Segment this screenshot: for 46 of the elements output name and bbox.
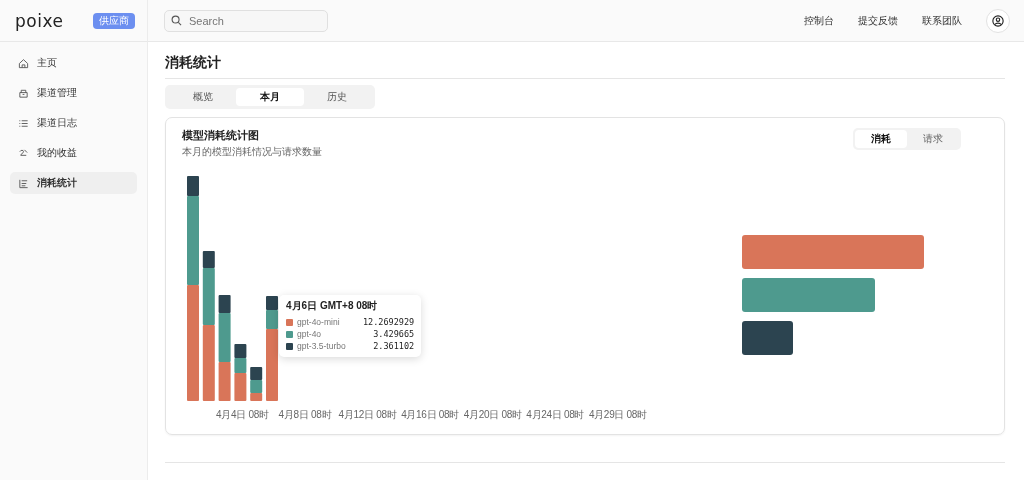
series-value: 12.2692929 (363, 317, 415, 327)
account-button[interactable] (986, 8, 1010, 33)
sidebar-item[interactable]: 消耗统计 (10, 172, 137, 194)
series-name: gpt-3.5-turbo (297, 341, 347, 351)
bar (742, 321, 793, 355)
logo: poixe (15, 10, 64, 31)
toggle-option[interactable]: 消耗 (855, 130, 907, 148)
card-subtitle: 本月的模型消耗情况与请求数量 (182, 145, 322, 159)
bar-segment (250, 367, 263, 380)
axis-label: 4月12日 08时 (337, 408, 398, 422)
bar-segment (234, 344, 247, 358)
user-icon (992, 14, 1004, 27)
axis-label: 4月24日 08时 (525, 408, 586, 422)
home-icon (18, 57, 29, 69)
card-title: 模型消耗统计图 (182, 128, 260, 143)
sidebar-item[interactable]: 我的收益 (10, 142, 137, 164)
page-title: 消耗统计 (165, 54, 1005, 79)
list-icon (18, 117, 29, 129)
sidebar-item[interactable]: 渠道管理 (10, 82, 137, 104)
nav-link[interactable]: 控制台 (804, 13, 834, 28)
axis-label: 4月16日 08时 (400, 408, 460, 422)
search-box[interactable]: Search (164, 9, 328, 32)
bar-segment (266, 296, 278, 310)
chart-icon (18, 177, 29, 189)
box-icon (18, 87, 29, 99)
series-name: gpt-4o (297, 329, 323, 339)
bar-segment (218, 362, 231, 401)
nav-link[interactable]: 提交反馈 (858, 13, 898, 28)
sidebar-item[interactable]: 渠道日志 (10, 112, 137, 134)
tab[interactable]: 历史 (303, 88, 371, 106)
tab[interactable]: 本月 (236, 88, 304, 106)
series-name: gpt-4o-mini (297, 317, 341, 327)
tab[interactable]: 概览 (169, 88, 237, 106)
toggle-option[interactable]: 请求 (907, 130, 959, 148)
role-badge: 供应商 (93, 12, 135, 29)
series-value: 3.429665 (373, 329, 415, 339)
axis-label: 4月8日 08时 (277, 408, 333, 422)
search-field[interactable]: Search (187, 13, 311, 28)
search-icon (171, 15, 182, 26)
series-value: 2.361102 (373, 341, 415, 351)
axis-label: 4月20日 08时 (462, 408, 523, 422)
axis-label: 4月4日 08时 (215, 408, 270, 422)
tooltip-title: 4月6日 GMT+8 08时 (286, 299, 379, 313)
axis-label: 4月29日 08时 (587, 408, 648, 422)
sidebar-item[interactable]: 主页 (10, 52, 137, 74)
nav-link[interactable]: 联系团队 (922, 13, 962, 28)
